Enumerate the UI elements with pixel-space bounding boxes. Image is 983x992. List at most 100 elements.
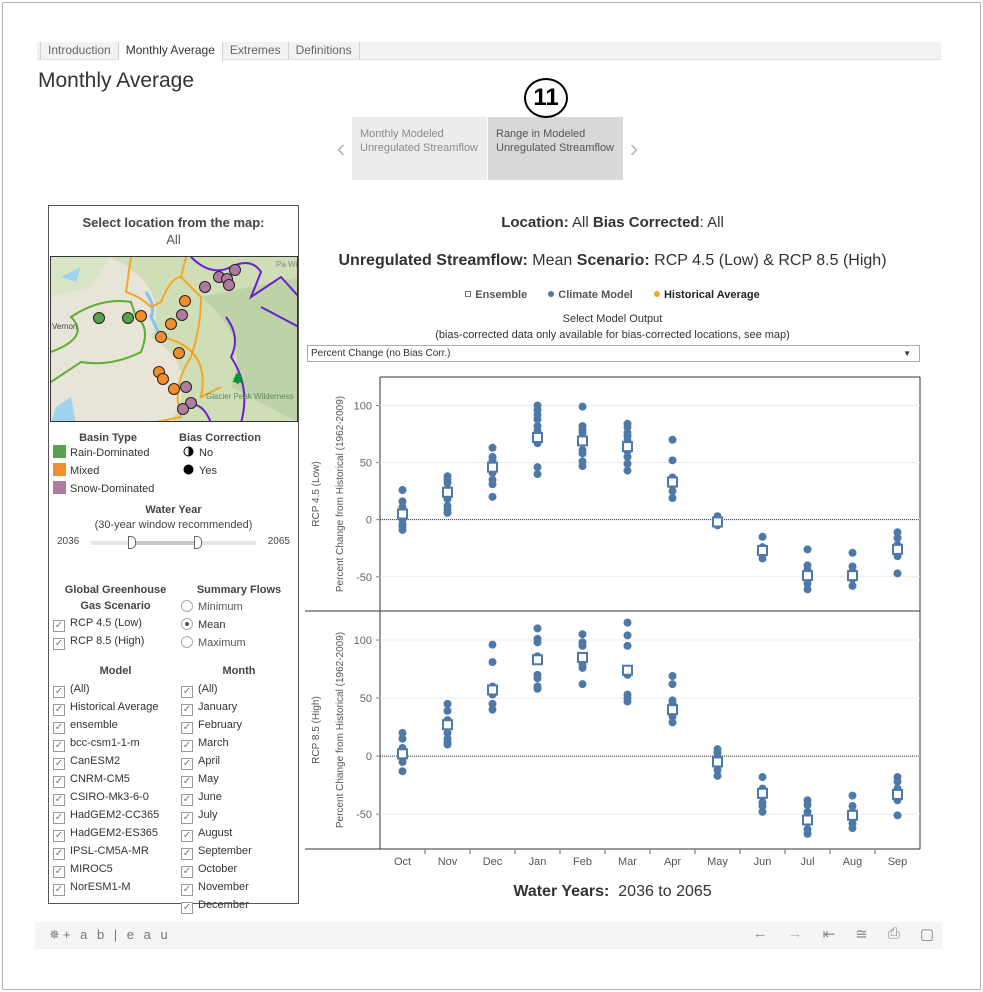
climate-model-point[interactable]: [578, 663, 587, 672]
climate-model-point[interactable]: [668, 718, 677, 727]
climate-model-point[interactable]: [893, 533, 902, 542]
model-item-checkbox[interactable]: ✓ MIROC5: [53, 860, 178, 878]
climate-model-point[interactable]: [803, 545, 812, 554]
model-item-checkbox[interactable]: ✓ HadGEM2-CC365: [53, 806, 178, 824]
climate-model-point[interactable]: [893, 569, 902, 578]
climate-model-point[interactable]: [713, 771, 722, 780]
ensemble-point[interactable]: [757, 545, 768, 557]
climate-model-point[interactable]: [533, 470, 542, 479]
climate-model-point[interactable]: [488, 640, 497, 649]
model-output-select[interactable]: Percent Change (no Bias Corr.) ▼: [307, 345, 920, 362]
month-item-checkbox[interactable]: ✓ March: [181, 734, 297, 752]
legend-ensemble[interactable]: Ensemble: [465, 289, 527, 301]
month-item-checkbox[interactable]: ✓ November: [181, 878, 297, 896]
ensemble-point[interactable]: [757, 787, 768, 799]
ensemble-point[interactable]: [487, 684, 498, 696]
legend-item-snow[interactable]: Snow-Dominated: [53, 480, 173, 498]
climate-model-point[interactable]: [488, 705, 497, 714]
climate-model-point[interactable]: [398, 486, 407, 495]
climate-model-point[interactable]: [533, 463, 542, 472]
ensemble-point[interactable]: [442, 719, 453, 731]
climate-model-point[interactable]: [893, 811, 902, 820]
climate-model-point[interactable]: [443, 740, 452, 749]
climate-model-point[interactable]: [758, 532, 767, 541]
ensemble-point[interactable]: [622, 664, 633, 676]
month-item-checkbox[interactable]: ✓ August: [181, 824, 297, 842]
climate-model-point[interactable]: [758, 773, 767, 782]
summary-maximum-radio[interactable]: Maximum: [181, 634, 297, 652]
revert-icon[interactable]: ⇤: [823, 925, 836, 943]
month-item-checkbox[interactable]: ✓ September: [181, 842, 297, 860]
climate-model-point[interactable]: [578, 630, 587, 639]
ensemble-point[interactable]: [802, 814, 813, 826]
climate-model-point[interactable]: [533, 624, 542, 633]
climate-model-point[interactable]: [668, 456, 677, 465]
climate-model-point[interactable]: [533, 415, 542, 424]
summary-mean-radio[interactable]: Mean: [181, 616, 297, 634]
climate-model-point[interactable]: [668, 435, 677, 444]
climate-model-point[interactable]: [533, 638, 542, 647]
tab-introduction[interactable]: Introduction: [41, 42, 119, 59]
ensemble-point[interactable]: [532, 654, 543, 666]
map-canvas[interactable]: Vernon Glacier Peak Wilderness Pa Wil 🌲: [51, 257, 298, 422]
month-item-checkbox[interactable]: ✓ April: [181, 752, 297, 770]
climate-model-point[interactable]: [623, 452, 632, 461]
climate-model-point[interactable]: [668, 493, 677, 502]
model-item-checkbox[interactable]: ✓ HadGEM2-ES365: [53, 824, 178, 842]
climate-model-point[interactable]: [623, 466, 632, 475]
ensemble-point[interactable]: [397, 748, 408, 760]
month-item-checkbox[interactable]: ✓ June: [181, 788, 297, 806]
month-item-checkbox[interactable]: ✓ February: [181, 716, 297, 734]
ensemble-point[interactable]: [667, 476, 678, 488]
climate-model-point[interactable]: [803, 585, 812, 594]
climate-model-point[interactable]: [488, 658, 497, 667]
ensemble-point[interactable]: [847, 570, 858, 582]
month-item-checkbox[interactable]: ✓ May: [181, 770, 297, 788]
ensemble-point[interactable]: [892, 543, 903, 555]
climate-model-point[interactable]: [578, 402, 587, 411]
climate-model-point[interactable]: [578, 641, 587, 650]
legend-climate-model[interactable]: Climate Model: [548, 289, 633, 301]
climate-model-point[interactable]: [533, 674, 542, 683]
climate-model-point[interactable]: [488, 492, 497, 501]
tab-definitions[interactable]: Definitions: [289, 42, 360, 59]
ensemble-point[interactable]: [577, 651, 588, 663]
model-item-checkbox[interactable]: ✓ (All): [53, 680, 178, 698]
month-item-checkbox[interactable]: ✓ (All): [181, 680, 297, 698]
model-item-checkbox[interactable]: ✓ NorESM1-M: [53, 878, 178, 896]
ensemble-point[interactable]: [667, 704, 678, 716]
ensemble-point[interactable]: [892, 788, 903, 800]
ensemble-point[interactable]: [712, 516, 723, 528]
climate-model-point[interactable]: [668, 672, 677, 681]
ensemble-point[interactable]: [622, 441, 633, 453]
water-year-slider[interactable]: [91, 536, 256, 549]
climate-model-point[interactable]: [668, 680, 677, 689]
model-item-checkbox[interactable]: ✓ bcc-csm1-1-m: [53, 734, 178, 752]
climate-model-point[interactable]: [398, 525, 407, 534]
download-icon[interactable]: ⎙: [888, 925, 900, 943]
scenario-rcp85-checkbox[interactable]: ✓ RCP 8.5 (High): [53, 632, 178, 650]
climate-model-point[interactable]: [623, 618, 632, 627]
ensemble-point[interactable]: [802, 570, 813, 582]
climate-model-point[interactable]: [398, 767, 407, 776]
climate-model-point[interactable]: [623, 697, 632, 706]
model-item-checkbox[interactable]: ✓ ensemble: [53, 716, 178, 734]
climate-model-point[interactable]: [758, 807, 767, 816]
ensemble-point[interactable]: [847, 809, 858, 821]
ensemble-point[interactable]: [442, 486, 453, 498]
tab-monthly-average[interactable]: Monthly Average: [118, 42, 223, 61]
ensemble-point[interactable]: [397, 508, 408, 520]
climate-model-point[interactable]: [803, 829, 812, 838]
climate-model-point[interactable]: [848, 548, 857, 557]
slider-start-handle[interactable]: [128, 536, 137, 549]
climate-model-point[interactable]: [533, 684, 542, 693]
share-icon[interactable]: ≅: [855, 925, 868, 943]
month-item-checkbox[interactable]: ✓ December: [181, 896, 297, 914]
ensemble-point[interactable]: [712, 756, 723, 768]
slider-end-handle[interactable]: [194, 536, 203, 549]
climate-model-point[interactable]: [398, 734, 407, 743]
climate-model-point[interactable]: [443, 706, 452, 715]
ensemble-point[interactable]: [532, 431, 543, 443]
climate-model-point[interactable]: [488, 443, 497, 452]
climate-model-point[interactable]: [848, 581, 857, 590]
